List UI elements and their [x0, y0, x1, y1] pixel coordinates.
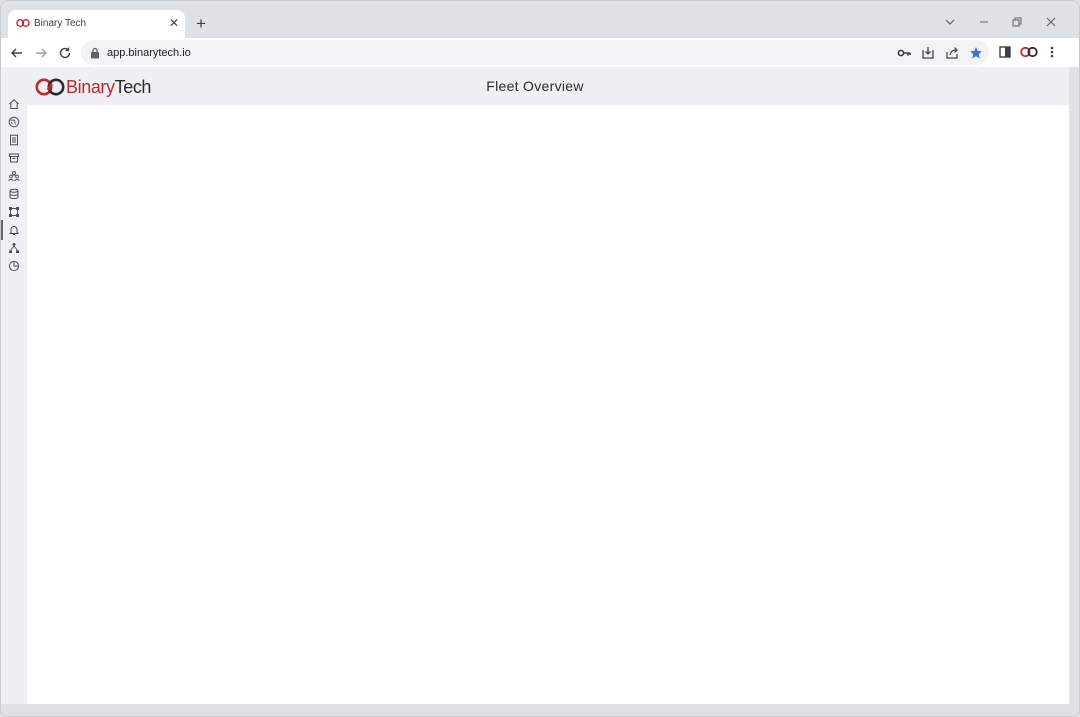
browser-tab[interactable]: Binary Tech ✕	[8, 10, 185, 38]
minimize-icon[interactable]	[977, 15, 991, 29]
bookmark-star-icon[interactable]	[969, 46, 983, 60]
window-bottom-edge	[1, 704, 1079, 716]
tab-close-icon[interactable]: ✕	[168, 17, 180, 29]
page-viewport: BinaryTech Fleet Overview	[1, 67, 1069, 704]
app-sidebar	[1, 67, 27, 704]
binarytech-extension-icon[interactable]	[1020, 45, 1038, 59]
lock-icon[interactable]	[90, 47, 100, 59]
tab-strip: Binary Tech ✕ +	[1, 1, 1079, 38]
globe-icon[interactable]	[7, 115, 21, 129]
network-icon[interactable]	[7, 241, 21, 255]
page-title: Fleet Overview	[486, 78, 584, 94]
url-text[interactable]: app.binarytech.io	[107, 47, 191, 59]
pie-chart-icon[interactable]	[7, 259, 21, 273]
install-app-icon[interactable]	[921, 46, 935, 60]
more-menu-icon[interactable]	[1045, 45, 1059, 59]
restore-icon[interactable]	[1010, 15, 1024, 29]
side-panel-icon[interactable]	[998, 45, 1012, 59]
database-icon[interactable]	[7, 187, 21, 201]
document-icon[interactable]	[7, 133, 21, 147]
window-right-edge	[1069, 67, 1079, 704]
tab-title: Binary Tech	[34, 18, 87, 29]
archive-icon[interactable]	[7, 151, 21, 165]
users-icon[interactable]	[7, 169, 21, 183]
back-button[interactable]	[9, 45, 25, 61]
tab-search-icon[interactable]	[943, 15, 957, 29]
home-icon[interactable]	[7, 97, 21, 111]
main-content	[27, 105, 1069, 704]
new-tab-button[interactable]: +	[193, 15, 209, 32]
browser-toolbar: app.binarytech.io	[1, 38, 1079, 67]
address-bar[interactable]: app.binarytech.io	[81, 40, 989, 65]
browser-window: Binary Tech ✕ + app.binarytech.io Binary…	[0, 0, 1080, 717]
forward-button[interactable]	[33, 45, 49, 61]
app-header: BinaryTech Fleet Overview	[27, 67, 1069, 105]
nodes-icon[interactable]	[7, 205, 21, 219]
close-window-icon[interactable]	[1044, 15, 1058, 29]
reload-button[interactable]	[57, 45, 73, 61]
share-icon[interactable]	[945, 46, 959, 60]
binarytech-favicon-icon	[16, 19, 30, 27]
key-icon[interactable]	[897, 46, 911, 60]
bell-icon[interactable]	[1, 220, 21, 240]
